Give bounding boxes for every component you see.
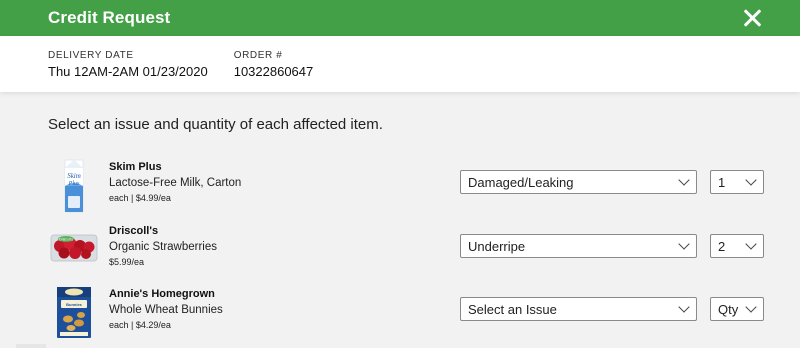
- issue-select-value: Select an Issue: [468, 302, 557, 317]
- order-number-value: 10322860647: [233, 64, 314, 79]
- instruction-text: Select an issue and quantity of each aff…: [48, 116, 383, 133]
- svg-text:Plus: Plus: [68, 181, 80, 187]
- milk-carton-image: Skim Plus: [64, 159, 84, 213]
- issue-select-value: Damaged/Leaking: [468, 175, 574, 190]
- cracker-box-image: Bunnies: [57, 287, 91, 338]
- chevron-down-icon: [745, 238, 757, 250]
- list-item: Skim Plus Skim Plus Lactose-Free Milk, C…: [48, 158, 764, 218]
- item-details: Driscoll's Organic Strawberries $5.99/ea: [109, 225, 217, 267]
- list-item: Driscoll's Driscoll's Organic Strawberri…: [48, 222, 764, 282]
- item-details: Annie's Homegrown Whole Wheat Bunnies ea…: [109, 288, 223, 330]
- chevron-down-icon: [678, 238, 690, 250]
- item-brand: Annie's Homegrown: [109, 288, 215, 300]
- item-name: Whole Wheat Bunnies: [109, 304, 223, 316]
- item-price: each | $4.29/ea: [109, 320, 171, 330]
- close-icon[interactable]: [742, 8, 762, 28]
- item-details: Skim Plus Lactose-Free Milk, Carton each…: [109, 161, 241, 203]
- item-price: $5.99/ea: [109, 257, 145, 267]
- issue-select[interactable]: Underripe: [460, 234, 697, 258]
- chevron-down-icon: [745, 301, 757, 313]
- issue-select[interactable]: Damaged/Leaking: [460, 170, 697, 194]
- chevron-down-icon: [745, 174, 757, 186]
- issue-select-value: Underripe: [468, 239, 526, 254]
- order-number-label: ORDER #: [233, 50, 283, 61]
- svg-text:Bunnies: Bunnies: [66, 302, 83, 307]
- modal-header: Credit Request: [0, 0, 800, 36]
- qty-select-value: Qty: [718, 302, 739, 317]
- order-number-block: ORDER # 10322860647: [234, 50, 314, 92]
- strawberries-image: Driscoll's: [50, 234, 98, 262]
- qty-select-value: 2: [718, 239, 726, 254]
- delivery-date-label: DELIVERY DATE: [48, 50, 134, 61]
- svg-text:Skim: Skim: [67, 172, 81, 180]
- chevron-down-icon: [678, 174, 690, 186]
- item-brand: Driscoll's: [109, 225, 159, 237]
- svg-text:Driscoll's: Driscoll's: [59, 238, 73, 242]
- qty-select[interactable]: 2: [710, 234, 764, 258]
- next-item-peek: [16, 344, 46, 348]
- delivery-date-block: DELIVERY DATE Thu 12AM-2AM 01/23/2020: [48, 50, 208, 92]
- qty-select-value: 1: [718, 175, 726, 190]
- item-name: Lactose-Free Milk, Carton: [109, 177, 242, 189]
- credit-request-modal: Credit Request DELIVERY DATE Thu 12AM-2A…: [0, 0, 800, 348]
- qty-select[interactable]: Qty: [710, 297, 764, 321]
- item-price: each | $4.99/ea: [109, 193, 171, 203]
- delivery-date-value: Thu 12AM-2AM 01/23/2020: [48, 64, 208, 79]
- order-info-bar: DELIVERY DATE Thu 12AM-2AM 01/23/2020 OR…: [0, 36, 800, 92]
- modal-title: Credit Request: [48, 8, 171, 27]
- issue-select[interactable]: Select an Issue: [460, 297, 697, 321]
- list-item: Bunnies Annie's Homegrown Whole Wheat Bu…: [48, 285, 764, 345]
- item-brand: Skim Plus: [109, 161, 162, 173]
- qty-select[interactable]: 1: [710, 170, 764, 194]
- chevron-down-icon: [678, 301, 690, 313]
- item-name: Organic Strawberries: [109, 241, 218, 253]
